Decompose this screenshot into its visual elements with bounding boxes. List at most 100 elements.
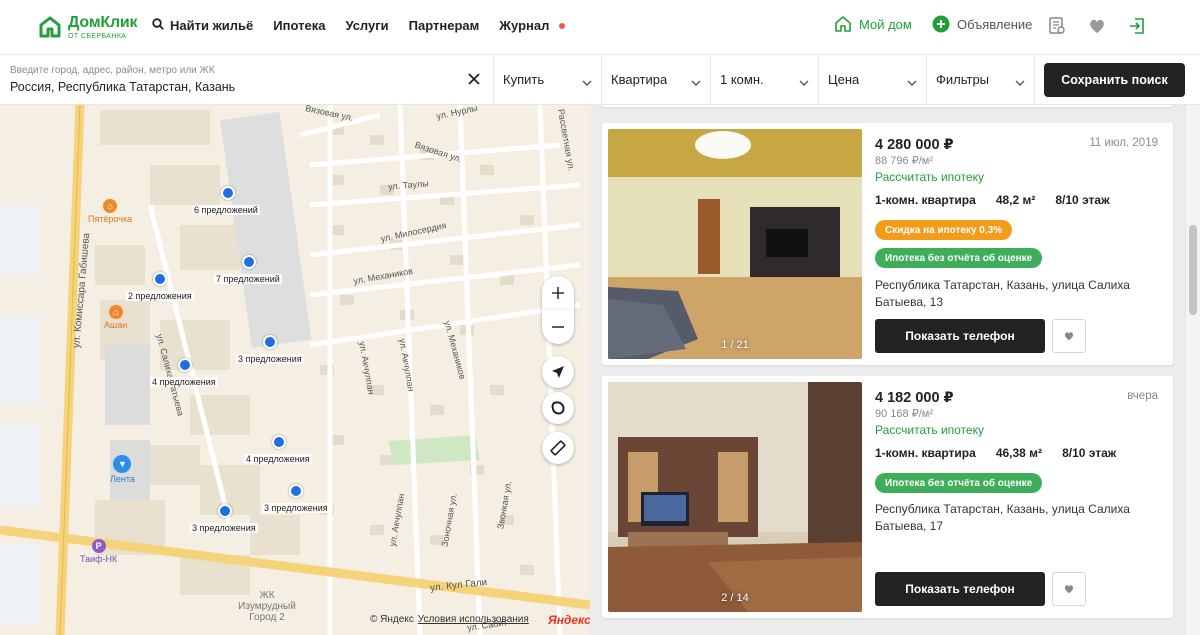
nav-label: Ипотека [273, 18, 326, 33]
favorite-button[interactable] [1052, 572, 1086, 606]
listing-floor: 8/10 этаж [1062, 446, 1117, 460]
mortgage-discount-badge[interactable]: Скидка на ипотеку 0,3% [875, 220, 1013, 240]
house-logo-icon [38, 15, 62, 39]
location-search-input[interactable]: Введите город, адрес, район, метро или Ж… [0, 55, 494, 105]
cluster-label: 2 предложения [126, 291, 194, 301]
listing-photo[interactable]: 1 / 21 [608, 129, 862, 359]
no-appraisal-badge[interactable]: Ипотека без отчёта об оценке [875, 473, 1043, 493]
rooms-select[interactable]: 1 комн. [711, 55, 819, 105]
my-home-label: Мой дом [859, 16, 912, 32]
listing-specs: 1-комн. квартира 48,2 м² 8/10 этаж [875, 193, 1110, 207]
apartment-photo [608, 129, 862, 359]
price-value: Цена [828, 72, 860, 87]
listing-price: 4 280 000 ₽ [875, 137, 954, 153]
poi-label: Лента [110, 474, 135, 484]
draw-area-button[interactable] [542, 392, 574, 424]
price-per-meter: 90 168 ₽/м² [875, 408, 933, 420]
no-appraisal-badge[interactable]: Ипотека без отчёта об оценке [875, 248, 1043, 268]
poi-label: Ашан [104, 320, 128, 330]
ruler-button[interactable] [542, 432, 574, 464]
property-type-value: Квартира [611, 72, 668, 87]
listing-specs: 1-комн. квартира 46,38 м² 8/10 этаж [875, 446, 1116, 460]
poi-lenta[interactable]: ▼ Лента [110, 455, 135, 484]
price-select[interactable]: Цена [819, 55, 927, 105]
listing-photo[interactable]: 2 / 14 [608, 382, 862, 612]
district-label: ЖК Изумрудный Город 2 [238, 590, 296, 623]
deal-type-select[interactable]: Купить [494, 55, 602, 105]
house-icon [834, 15, 852, 33]
listing-card-previous [602, 105, 1173, 107]
map-cluster-marker[interactable] [242, 255, 256, 269]
nav-find-home[interactable]: Найти жильё [152, 18, 253, 33]
photo-counter: 2 / 14 [721, 592, 749, 604]
photo-counter: 1 / 21 [721, 339, 749, 351]
basket-icon: ⌂ [103, 199, 118, 213]
poi-label: Таиф-НК [80, 554, 118, 564]
nav-partners[interactable]: Партнерам [409, 18, 480, 33]
calc-mortgage-link[interactable]: Рассчитать ипотеку [875, 170, 984, 184]
listing-card[interactable]: 1 / 21 4 280 000 ₽ 11 июл. 2019 88 796 ₽… [602, 123, 1173, 365]
add-ad-label: Объявление [957, 16, 1033, 32]
domclick-logo[interactable]: ДомКлик ОТ СБЕРБАНКА [38, 12, 138, 42]
calc-mortgage-link[interactable]: Рассчитать ипотеку [875, 423, 984, 437]
more-filters-select[interactable]: Фильтры [927, 55, 1035, 105]
price-per-meter: 88 796 ₽/м² [875, 155, 933, 167]
cluster-label: 4 предложения [150, 377, 218, 387]
listings-scrollbar[interactable] [1185, 105, 1200, 635]
chevron-down-icon [907, 75, 917, 86]
cluster-label: 3 предложения [190, 523, 258, 533]
cluster-label: 3 предложения [236, 354, 304, 364]
property-type-select[interactable]: Квартира [602, 55, 711, 105]
listing-address: Республика Татарстан, Казань, улица Сали… [875, 502, 1130, 533]
map-cluster-marker[interactable] [153, 272, 167, 286]
map-cluster-marker[interactable] [218, 504, 232, 518]
poi-auchan[interactable]: ⌂ Ашан [104, 305, 127, 330]
apartment-photo [608, 382, 862, 612]
plus-circle-icon [932, 15, 950, 33]
map-cluster-marker[interactable] [289, 484, 303, 498]
zoom-out-button[interactable] [542, 310, 574, 344]
show-phone-button[interactable]: Показать телефон [875, 572, 1045, 606]
zoom-in-button[interactable] [542, 276, 574, 310]
poi-pyaterochka[interactable]: ⌂ Пятёрочка [88, 199, 132, 224]
favorite-button[interactable] [1052, 319, 1086, 353]
compare-list-icon[interactable] [1047, 16, 1067, 36]
map-cluster-marker[interactable] [178, 358, 192, 372]
basket-icon: ⌂ [108, 305, 123, 319]
minus-icon [552, 326, 564, 328]
map-cluster-marker[interactable] [263, 335, 277, 349]
my-home-link[interactable]: Мой дом [834, 15, 912, 33]
scrollbar-thumb[interactable] [1189, 225, 1197, 315]
more-filters-value: Фильтры [936, 72, 990, 87]
map-cluster-marker[interactable] [221, 186, 235, 200]
listing-date: 11 июл. 2019 [1089, 137, 1158, 149]
save-search-button[interactable]: Сохранить поиск [1044, 63, 1185, 97]
terms-link[interactable]: Условия использования [418, 614, 529, 625]
nav-label: Услуги [345, 18, 389, 33]
search-placeholder: Введите город, адрес, район, метро или Ж… [10, 65, 215, 76]
chevron-down-icon [691, 75, 701, 86]
chevron-down-icon [582, 75, 592, 86]
chevron-down-icon [1015, 75, 1025, 86]
heart-icon [1064, 332, 1074, 341]
map-cluster-marker[interactable] [272, 435, 286, 449]
nav-mortgage[interactable]: Ипотека [273, 18, 325, 33]
listing-card[interactable]: 2 / 14 4 182 000 ₽ вчера 90 168 ₽/м² Рас… [602, 376, 1173, 618]
close-icon[interactable] [467, 72, 481, 86]
favorites-heart-icon[interactable] [1087, 16, 1107, 36]
poi-taif[interactable]: P Таиф-НК [80, 539, 117, 564]
search-value: Россия, Республика Татарстан, Казань [10, 80, 236, 94]
show-phone-button[interactable]: Показать телефон [875, 319, 1045, 353]
nav-label: Партнерам [408, 18, 480, 33]
logo-title: ДомКлик [68, 13, 138, 31]
cluster-label: 7 предложений [214, 274, 282, 284]
nav-services[interactable]: Услуги [345, 18, 388, 33]
login-icon[interactable] [1127, 16, 1147, 36]
add-ad-link[interactable]: Объявление [932, 15, 1032, 33]
fuel-icon: P [91, 539, 106, 553]
map-view[interactable]: Вязовая ул. ул. Нурлы Рассветная ул. Вяз… [0, 105, 590, 635]
geolocation-button[interactable] [542, 356, 574, 388]
listing-floor: 8/10 этаж [1055, 193, 1110, 207]
cluster-label: 6 предложений [192, 205, 260, 215]
nav-journal[interactable]: Журнал [499, 18, 566, 33]
